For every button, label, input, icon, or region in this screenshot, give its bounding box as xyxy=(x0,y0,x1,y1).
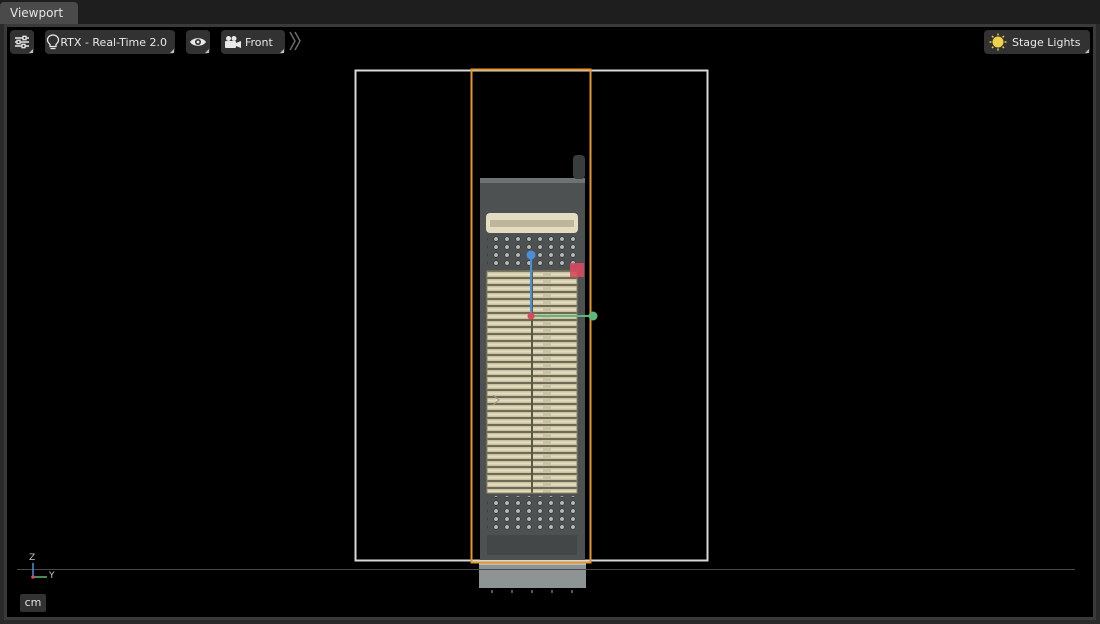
renderer-button[interactable]: RTX - Real-Time 2.0 xyxy=(45,30,175,54)
tab-viewport[interactable]: Viewport xyxy=(0,2,78,24)
lighting-button[interactable]: Stage Lights xyxy=(984,30,1090,54)
tab-bar: Viewport xyxy=(0,0,1100,24)
eye-icon xyxy=(186,30,210,54)
settings-button[interactable] xyxy=(10,30,34,54)
camera-icon xyxy=(221,30,245,54)
lighting-label: Stage Lights xyxy=(1012,35,1081,49)
units-button[interactable]: cm xyxy=(20,594,46,612)
axis-z-label: Z xyxy=(29,553,36,563)
rack-base xyxy=(479,562,586,588)
sliders-icon xyxy=(10,30,34,54)
lightbulb-icon xyxy=(45,30,60,54)
camera-label: Front xyxy=(245,35,273,49)
sun-icon xyxy=(984,30,1012,54)
double-chevron-right-icon xyxy=(288,30,302,56)
viewport-canvas[interactable]: RTX - Real-Time 2.0 Front Stage Lights Z… xyxy=(7,27,1093,617)
expand-toolbar-button[interactable] xyxy=(288,30,302,56)
server-rack[interactable] xyxy=(480,155,585,560)
camera-button[interactable]: Front xyxy=(221,30,285,54)
axis-y-label: Y xyxy=(49,571,55,581)
scene[interactable] xyxy=(7,27,1093,617)
axis-indicator: Z Y xyxy=(21,553,61,585)
renderer-label: RTX - Real-Time 2.0 xyxy=(60,35,167,49)
visibility-button[interactable] xyxy=(186,30,210,54)
ground-line xyxy=(17,569,1075,570)
